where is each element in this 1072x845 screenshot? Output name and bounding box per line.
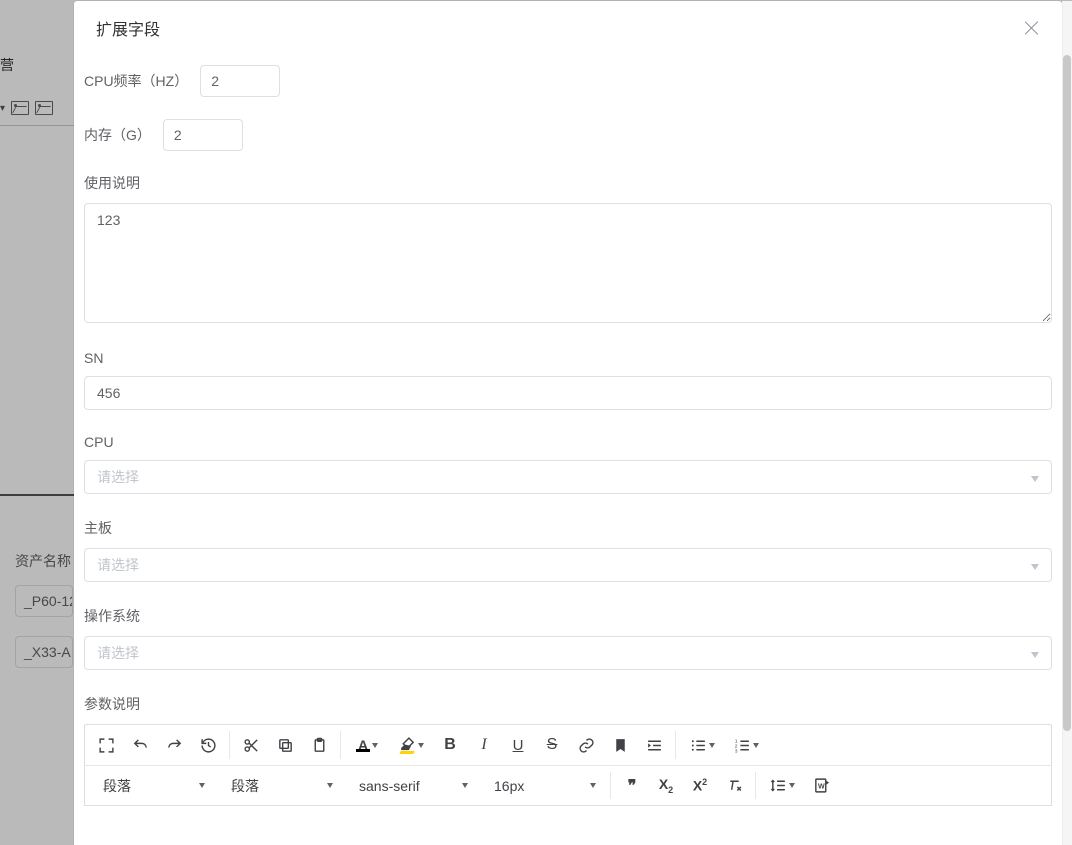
modal-overlay: 扩展字段 CPU频率（HZ） 内存（G） 使用说明 123 SN CPU [74,0,1062,845]
sn-block: SN [84,350,1052,410]
dialog-body: CPU频率（HZ） 内存（G） 使用说明 123 SN CPU 请选择 [74,55,1062,845]
fullscreen-icon[interactable] [91,731,121,759]
os-block: 操作系统 请选择 [84,606,1052,670]
svg-text:2: 2 [734,743,737,749]
chevron-down-icon: ▾ [0,103,5,114]
cpu-freq-row: CPU频率（HZ） [84,65,1052,97]
font-size-select[interactable]: 16px [486,772,604,800]
select-placeholder: 请选择 [97,555,139,575]
svg-text:W: W [817,782,824,790]
color-swatch [400,751,415,754]
chevron-down-icon [753,743,759,748]
cpu-block: CPU 请选择 [84,434,1052,494]
strikethrough-icon[interactable]: S [537,731,567,759]
extended-fields-dialog: 扩展字段 CPU频率（HZ） 内存（G） 使用说明 123 SN CPU [74,1,1062,845]
cut-icon[interactable] [236,731,266,759]
editor-toolbar-row-2: 段落 段落 sans-serif [85,765,1051,805]
paste-word-icon[interactable]: W [806,772,836,800]
rich-editor: A [84,724,1052,806]
usage-textarea[interactable]: 123 [84,203,1052,323]
usage-block: 使用说明 123 [84,173,1052,326]
ram-input[interactable] [163,119,243,151]
dropdown-value: 16px [494,778,524,794]
asset-input-2[interactable]: _X33-A [15,636,73,668]
chevron-down-icon [462,783,468,788]
superscript-icon[interactable]: X2 [685,772,715,800]
chevron-down-icon [789,783,795,788]
bullet-list-button[interactable] [682,731,722,759]
paste-icon[interactable] [304,731,334,759]
os-label: 操作系统 [84,606,1052,626]
svg-text:3: 3 [734,748,737,753]
divider [0,494,76,496]
param-block: 参数说明 [84,694,1052,806]
dropdown-value: 段落 [231,776,259,796]
select-placeholder: 请选择 [97,467,139,487]
chevron-down-icon [1031,645,1039,661]
asset-name-label: 资产名称 [15,551,71,571]
mb-block: 主板 请选择 [84,518,1052,582]
cpu-select[interactable]: 请选择 [84,460,1052,494]
chevron-down-icon [1031,557,1039,573]
usage-label: 使用说明 [84,173,1052,193]
dropdown-value: sans-serif [359,778,420,794]
close-icon[interactable] [1024,20,1040,36]
sn-input[interactable] [84,376,1052,410]
image-icon [35,101,53,115]
mb-select[interactable]: 请选择 [84,548,1052,582]
chevron-down-icon [327,783,333,788]
scrollbar-thumb[interactable] [1063,55,1071,731]
underline-icon[interactable]: U [503,731,533,759]
subscript-icon[interactable]: X2 [651,772,681,800]
chevron-down-icon [418,743,424,748]
line-height-button[interactable] [762,772,802,800]
image-icon [11,101,29,115]
redo-icon[interactable] [159,731,189,759]
chevron-down-icon [199,783,205,788]
paragraph-style-select[interactable]: 段落 [223,772,341,800]
quote-icon[interactable]: ❞ [617,772,647,800]
mb-label: 主板 [84,518,1052,538]
cpu-freq-label: CPU频率（HZ） [84,71,188,91]
chevron-down-icon [709,743,715,748]
indent-icon[interactable] [639,731,669,759]
link-icon[interactable] [571,731,601,759]
color-swatch [356,749,370,752]
param-label: 参数说明 [84,694,1052,714]
bookmark-icon[interactable] [605,731,635,759]
bg-fragment: 营 [0,55,12,71]
highlight-color-button[interactable] [391,731,431,759]
chevron-down-icon [372,743,378,748]
ram-label: 内存（G） [84,125,151,145]
paragraph-format-select[interactable]: 段落 [95,772,213,800]
history-icon[interactable] [193,731,223,759]
copy-icon[interactable] [270,731,300,759]
divider [0,125,76,126]
numbered-list-button[interactable]: 123 [726,731,766,759]
ram-row: 内存（G） [84,119,1052,151]
dialog-header: 扩展字段 [74,1,1062,55]
font-family-select[interactable]: sans-serif [351,772,476,800]
chevron-down-icon [1031,469,1039,485]
cpu-freq-input[interactable] [200,65,280,97]
cpu-label: CPU [84,434,1052,450]
dialog-title: 扩展字段 [96,16,160,40]
bg-toolbar: ▾ [0,98,76,118]
select-placeholder: 请选择 [97,643,139,663]
os-select[interactable]: 请选择 [84,636,1052,670]
font-color-button[interactable]: A [347,731,387,759]
chevron-down-icon [590,783,596,788]
dropdown-value: 段落 [103,776,131,796]
clear-format-icon[interactable] [719,772,749,800]
editor-toolbar-row-1: A [85,725,1051,765]
bold-icon[interactable]: B [435,731,465,759]
italic-icon[interactable]: I [469,731,499,759]
undo-icon[interactable] [125,731,155,759]
asset-input-1[interactable]: _P60-12 [15,585,73,617]
sn-label: SN [84,350,1052,366]
svg-text:1: 1 [734,738,737,744]
